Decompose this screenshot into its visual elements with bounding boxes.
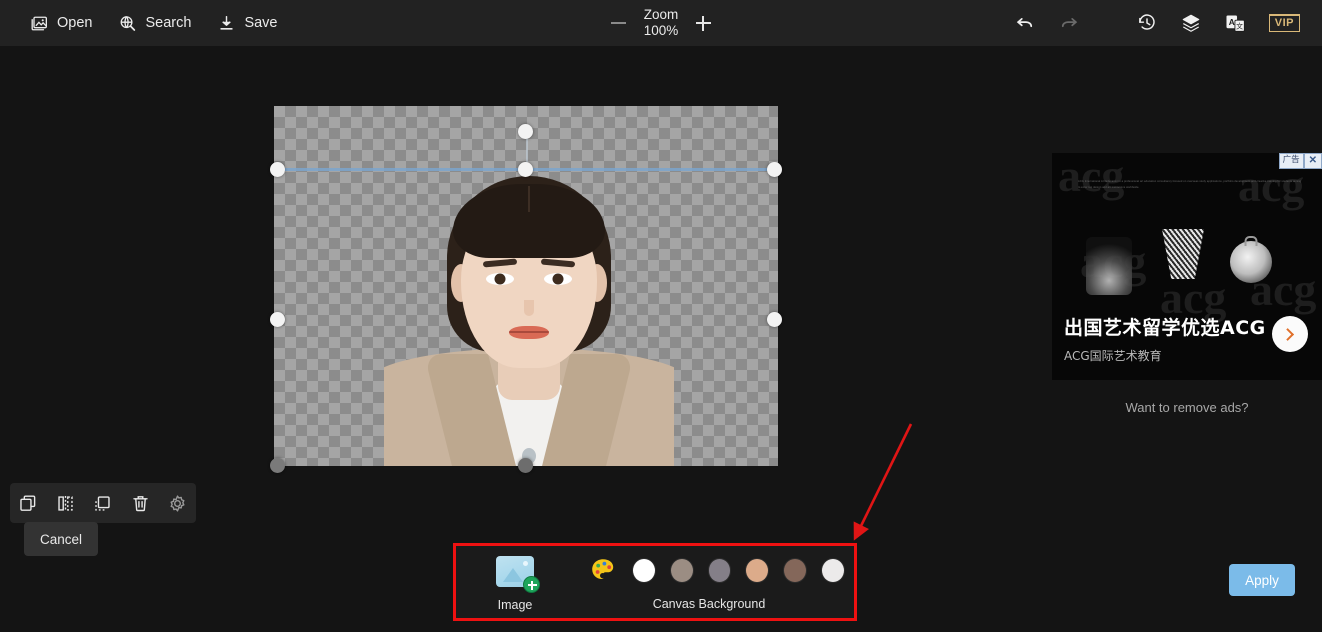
undo-button[interactable] <box>1014 12 1036 34</box>
sun-shape <box>523 561 528 566</box>
rotate-handle[interactable] <box>518 124 533 139</box>
zoom-out-button[interactable] <box>608 12 630 34</box>
ad-badge-group: 广告 ✕ <box>1279 153 1322 169</box>
color-palette-icon[interactable] <box>589 556 617 584</box>
swatch-brown[interactable] <box>784 559 806 582</box>
resize-handle-left[interactable] <box>270 312 285 327</box>
add-image-icon[interactable] <box>496 556 534 587</box>
object-action-toolbar <box>10 483 196 523</box>
hair-part <box>528 186 530 212</box>
ad-object-pendant <box>1230 241 1272 283</box>
nose-shape <box>524 300 534 316</box>
save-button[interactable]: Save <box>217 14 277 33</box>
crop-button[interactable] <box>88 488 118 518</box>
zoom-in-button[interactable] <box>692 12 714 34</box>
zoom-label: Zoom <box>644 7 679 23</box>
redo-button[interactable] <box>1058 12 1080 34</box>
ad-title: 出国艺术留学优选ACG <box>1064 313 1274 340</box>
swatch-row <box>574 556 844 584</box>
editor-canvas[interactable] <box>274 106 778 466</box>
resize-handle-top[interactable] <box>518 162 533 177</box>
search-button[interactable]: Search <box>118 14 191 33</box>
iris-right <box>553 274 564 285</box>
resize-handle-top-right[interactable] <box>767 162 782 177</box>
toolbar-right-group: A 文 VIP <box>1014 0 1300 46</box>
open-button[interactable]: Open <box>30 14 92 33</box>
image-label: Image <box>484 598 546 612</box>
search-label: Search <box>145 15 191 31</box>
zoom-value: 100% <box>644 23 679 39</box>
open-icon <box>30 14 49 33</box>
translate-button[interactable]: A 文 <box>1224 12 1247 35</box>
canvas-background-colors: Canvas Background <box>574 556 844 611</box>
history-button[interactable] <box>1136 12 1158 34</box>
swatch-taupe[interactable] <box>671 559 693 582</box>
ad-object-sculpture <box>1086 237 1132 295</box>
zoom-readout: Zoom 100% <box>644 7 679 39</box>
ad-next-arrow-icon[interactable] <box>1272 316 1308 352</box>
lip-line <box>509 331 549 333</box>
canvas-background-panel: Image <box>453 543 857 621</box>
ad-watermark: acg <box>1058 153 1124 202</box>
mirror-button[interactable] <box>51 488 81 518</box>
cancel-button[interactable]: Cancel <box>24 522 98 556</box>
svg-text:文: 文 <box>1236 21 1243 30</box>
image-editor-window: Open Search <box>0 0 1322 632</box>
mountain-shape <box>503 568 523 582</box>
swatch-peach-tan[interactable] <box>746 559 768 582</box>
swatch-white[interactable] <box>633 559 655 582</box>
eye-right <box>544 273 572 285</box>
vip-button[interactable]: VIP <box>1269 14 1300 32</box>
open-label: Open <box>57 15 92 31</box>
image-background-option[interactable]: Image <box>484 556 546 612</box>
apply-button[interactable]: Apply <box>1229 564 1295 596</box>
iris-left <box>495 274 506 285</box>
layers-button[interactable] <box>1180 12 1202 34</box>
resize-handle-bottom-left[interactable] <box>270 458 285 473</box>
ad-label-badge[interactable]: 广告 <box>1279 153 1304 169</box>
duplicate-button[interactable] <box>14 488 44 518</box>
top-toolbar: Open Search <box>0 0 1322 46</box>
ad-subtitle: ACG国际艺术教育 <box>1064 347 1274 364</box>
zoom-control: Zoom 100% <box>576 0 746 46</box>
settings-button[interactable] <box>162 488 192 518</box>
resize-handle-right[interactable] <box>767 312 782 327</box>
resize-handle-top-left[interactable] <box>270 162 285 177</box>
plus-badge-icon <box>523 576 540 593</box>
save-icon <box>217 14 236 33</box>
eye-left <box>486 273 514 285</box>
svg-text:A: A <box>1229 17 1235 26</box>
subject-image[interactable] <box>384 168 674 466</box>
swatch-off-white[interactable] <box>822 559 844 582</box>
remove-ads-link[interactable]: Want to remove ads? <box>1052 400 1322 415</box>
resize-handle-bottom[interactable] <box>518 458 533 473</box>
save-label: Save <box>244 15 277 31</box>
search-icon <box>118 14 137 33</box>
swatch-gray-mauve[interactable] <box>709 559 731 582</box>
toolbar-left-group: Open Search <box>0 14 278 33</box>
ad-close-icon[interactable]: ✕ <box>1304 153 1322 169</box>
delete-button[interactable] <box>125 488 155 518</box>
advertisement-panel[interactable]: acg acg acg acg acg ACG International Ar… <box>1052 153 1322 380</box>
ad-copy: 出国艺术留学优选ACG ACG国际艺术教育 <box>1064 313 1274 364</box>
canvas-background-label: Canvas Background <box>574 597 844 611</box>
ad-body-text: ACG International Art Education is a pro… <box>1078 179 1304 191</box>
